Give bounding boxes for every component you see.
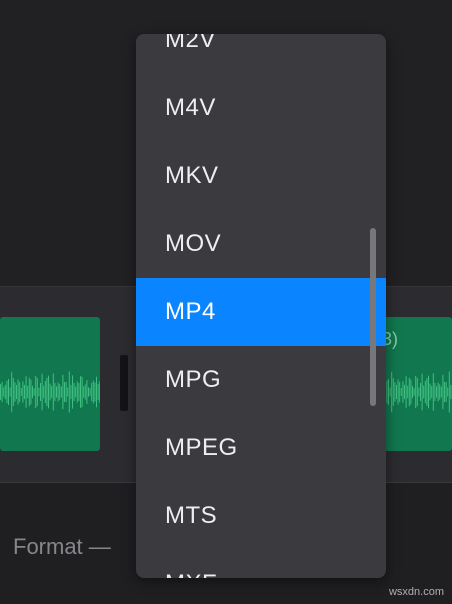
format-option-mxf[interactable]: MXF xyxy=(136,550,386,578)
format-option-m4v[interactable]: M4V xyxy=(136,74,386,142)
format-options-list: M2VM4VMKVMOVMP4MPGMPEGMTSMXF xyxy=(136,34,386,578)
format-option-m2v[interactable]: M2V xyxy=(136,34,386,74)
format-label: Format — xyxy=(13,534,111,559)
playhead-handle[interactable] xyxy=(120,355,128,411)
format-option-mp4[interactable]: MP4 xyxy=(136,278,386,346)
waveform-right-bars xyxy=(380,371,452,413)
format-option-mpg[interactable]: MPG xyxy=(136,346,386,414)
format-option-mts[interactable]: MTS xyxy=(136,482,386,550)
watermark: wsxdn.com xyxy=(388,586,444,598)
waveform-left xyxy=(0,371,100,413)
editor-window: 3) Format — M2VM4VMKVMOVMP4MPGMPEGMTSMXF… xyxy=(0,0,452,604)
format-option-mov[interactable]: MOV xyxy=(136,210,386,278)
audio-clip-right[interactable]: 3) xyxy=(380,317,452,451)
dropdown-scrollbar[interactable] xyxy=(370,228,376,406)
format-option-mkv[interactable]: MKV xyxy=(136,142,386,210)
waveform-left-bars xyxy=(0,371,100,413)
waveform-right xyxy=(380,371,452,413)
format-option-mpeg[interactable]: MPEG xyxy=(136,414,386,482)
audio-clip-left[interactable] xyxy=(0,317,100,451)
format-dropdown-menu[interactable]: M2VM4VMKVMOVMP4MPGMPEGMTSMXF xyxy=(136,34,386,578)
